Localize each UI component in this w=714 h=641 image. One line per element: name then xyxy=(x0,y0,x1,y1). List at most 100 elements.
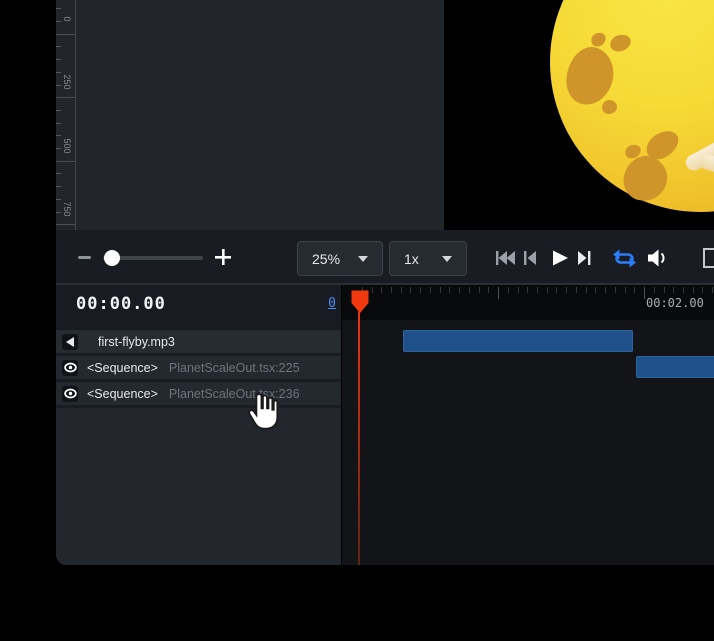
current-frame-link[interactable]: 0 xyxy=(328,296,336,311)
ruler-minor-tick xyxy=(56,72,61,73)
time-ruler-minor-tick xyxy=(702,287,703,293)
time-ruler-major-tick xyxy=(498,287,499,299)
track-source-path: PlanetScaleOut.tsx:225 xyxy=(169,361,300,375)
composition-canvas[interactable] xyxy=(444,0,714,230)
timeline-header: 00:00.00 0 xyxy=(56,285,341,330)
ruler-minor-tick xyxy=(56,110,61,111)
ruler-label: 0 xyxy=(60,10,74,28)
timeline-tracks-area[interactable]: 00:02.00 xyxy=(342,285,714,565)
loop-icon[interactable] xyxy=(611,248,638,269)
eye-icon[interactable] xyxy=(62,360,78,376)
ruler-minor-tick xyxy=(56,8,61,9)
time-ruler-minor-tick xyxy=(664,287,665,293)
zoom-slider-knob[interactable] xyxy=(104,250,120,266)
track-list-panel: 00:00.00 0 first-flyby.mp3 <Sequence> Pl… xyxy=(56,285,341,565)
chevron-down-icon xyxy=(442,256,452,262)
time-ruler-minor-tick xyxy=(615,287,616,293)
time-ruler-minor-tick xyxy=(508,287,509,293)
track-rows: first-flyby.mp3 <Sequence> PlanetScaleOu… xyxy=(56,330,341,408)
zoom-level-dropdown[interactable]: 25% xyxy=(297,241,383,276)
play-icon[interactable] xyxy=(551,249,569,267)
time-ruler-minor-tick xyxy=(410,287,411,293)
time-ruler-minor-tick xyxy=(537,287,538,293)
ruler-minor-tick xyxy=(56,46,61,47)
track-row-audio[interactable]: first-flyby.mp3 xyxy=(56,330,341,356)
ruler-label: 500 xyxy=(60,137,74,155)
time-ruler-minor-tick xyxy=(634,287,635,293)
time-ruler-minor-tick xyxy=(547,287,548,293)
time-ruler-minor-tick xyxy=(576,287,577,293)
speaker-icon[interactable] xyxy=(62,334,78,350)
previous-frame-icon[interactable] xyxy=(523,249,537,267)
ruler-minor-tick xyxy=(56,85,61,86)
ruler-minor-tick xyxy=(56,21,61,22)
zoom-in-plus-icon[interactable] xyxy=(214,248,232,266)
track-name: <Sequence> xyxy=(87,387,158,401)
time-ruler-minor-tick xyxy=(430,287,431,293)
time-ruler-minor-tick xyxy=(381,287,382,293)
ruler-minor-tick xyxy=(56,186,61,187)
clip-bar[interactable] xyxy=(636,356,714,378)
ruler-label: 250 xyxy=(60,73,74,91)
time-ruler-minor-tick xyxy=(654,287,655,293)
ruler-major-line xyxy=(56,161,75,162)
playback-rate-dropdown[interactable]: 1x xyxy=(389,241,467,276)
time-ruler-label: 00:02.00 xyxy=(646,296,704,310)
ruler-minor-tick xyxy=(56,59,61,60)
time-ruler-minor-tick xyxy=(459,287,460,293)
time-ruler-minor-tick xyxy=(391,287,392,293)
time-ruler-minor-tick xyxy=(488,287,489,293)
track-name: first-flyby.mp3 xyxy=(98,335,175,349)
time-ruler-minor-tick xyxy=(566,287,567,293)
track-name: <Sequence> xyxy=(87,361,158,375)
time-ruler[interactable]: 00:02.00 xyxy=(342,285,714,320)
skip-to-start-icon[interactable] xyxy=(495,249,515,267)
ruler-minor-tick xyxy=(56,135,61,136)
track-row-sequence[interactable]: <Sequence> PlanetScaleOut.tsx:225 xyxy=(56,356,341,382)
ruler-label: 750 xyxy=(60,200,74,218)
time-ruler-minor-tick xyxy=(712,287,713,293)
in-point-bracket-icon[interactable] xyxy=(703,248,714,268)
time-ruler-minor-tick xyxy=(372,287,373,293)
zoom-level-value: 25% xyxy=(312,251,340,267)
time-ruler-minor-tick xyxy=(449,287,450,293)
playhead-line[interactable] xyxy=(358,311,360,565)
ruler-major-line xyxy=(56,224,75,225)
ruler-minor-tick xyxy=(56,173,61,174)
time-ruler-minor-tick xyxy=(693,287,694,293)
video-editor-app: 0 250 500 750 25% 1x xyxy=(0,0,714,641)
time-ruler-minor-tick xyxy=(683,287,684,293)
current-timecode: 00:00.00 xyxy=(76,294,166,314)
ruler-major-line xyxy=(56,97,75,98)
eye-icon[interactable] xyxy=(62,386,78,402)
volume-icon[interactable] xyxy=(646,248,668,268)
time-ruler-minor-tick xyxy=(401,287,402,293)
ruler-minor-tick xyxy=(56,199,61,200)
time-ruler-minor-tick xyxy=(420,287,421,293)
track-row-sequence[interactable]: <Sequence> PlanetScaleOut.tsx:236 xyxy=(56,382,341,408)
clip-bar[interactable] xyxy=(403,330,633,352)
preview-outside-canvas xyxy=(76,0,444,230)
time-ruler-minor-tick xyxy=(625,287,626,293)
time-ruler-minor-tick xyxy=(469,287,470,293)
time-ruler-minor-tick xyxy=(673,287,674,293)
time-ruler-minor-tick xyxy=(518,287,519,293)
ruler-minor-tick xyxy=(56,123,61,124)
time-ruler-major-tick xyxy=(644,287,645,299)
zoom-out-minus-icon[interactable] xyxy=(78,256,91,259)
time-ruler-minor-tick xyxy=(586,287,587,293)
ruler-minor-tick xyxy=(56,148,61,149)
time-ruler-minor-tick xyxy=(605,287,606,293)
time-ruler-minor-tick xyxy=(440,287,441,293)
time-ruler-minor-tick xyxy=(595,287,596,293)
time-ruler-minor-tick xyxy=(479,287,480,293)
ruler-major-line xyxy=(56,34,75,35)
time-ruler-minor-tick xyxy=(527,287,528,293)
playhead-marker[interactable] xyxy=(351,290,369,314)
cursor-pointer xyxy=(246,392,280,430)
vertical-ruler: 0 250 500 750 xyxy=(56,0,76,230)
time-ruler-minor-tick xyxy=(556,287,557,293)
playback-rate-value: 1x xyxy=(404,251,419,267)
ruler-minor-tick xyxy=(56,212,61,213)
next-frame-icon[interactable] xyxy=(577,249,593,267)
